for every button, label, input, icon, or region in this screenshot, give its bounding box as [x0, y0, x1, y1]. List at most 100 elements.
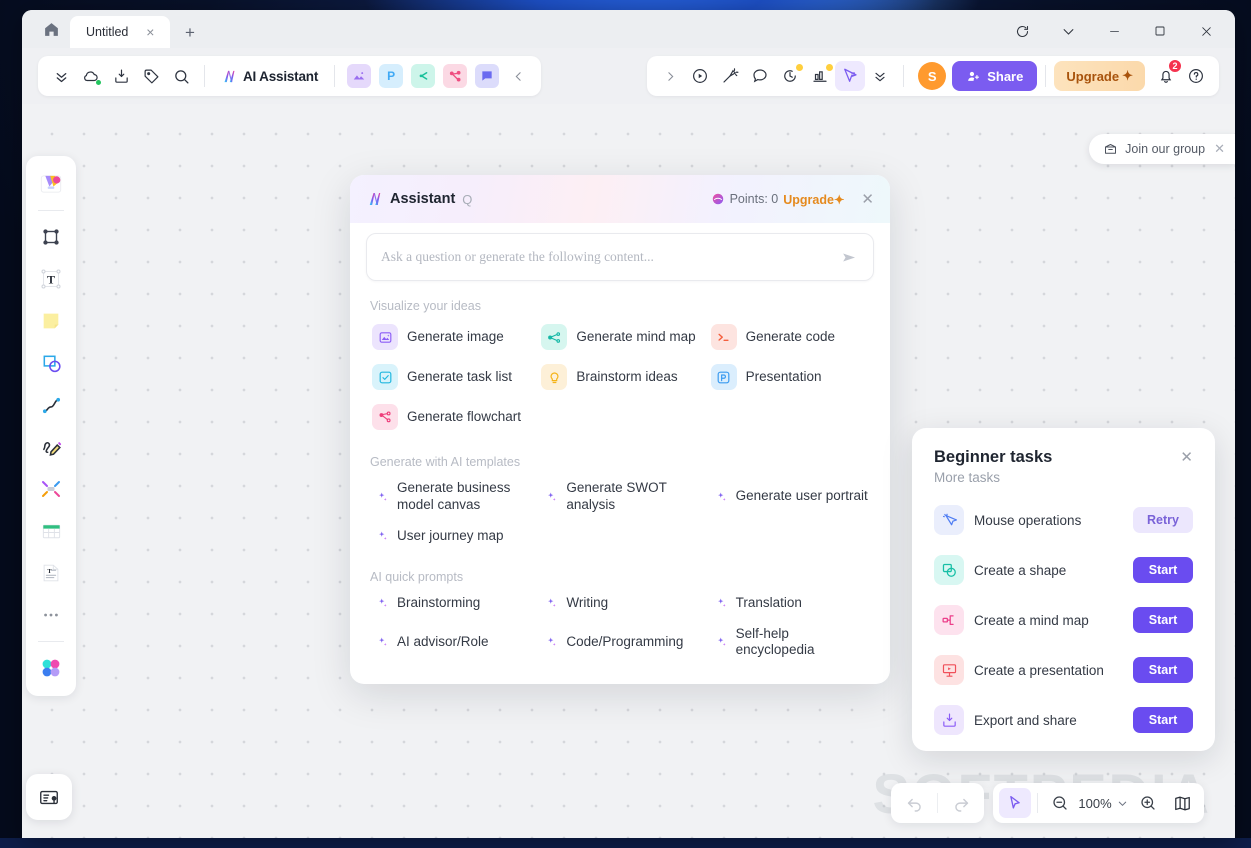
ai-logo-icon: [224, 70, 235, 82]
maximize-button[interactable]: [1137, 16, 1183, 46]
rail-item-apps[interactable]: [31, 648, 71, 688]
timer-icon[interactable]: [775, 61, 805, 91]
option-writing[interactable]: Writing: [535, 588, 704, 619]
ai-panel-body: Visualize your ideas Generate image Gene…: [350, 223, 890, 684]
new-tab-button[interactable]: +: [180, 23, 200, 43]
rail-item-relation[interactable]: [31, 469, 71, 509]
cloud-sync-icon[interactable]: [76, 61, 106, 91]
rail-item-text[interactable]: T: [31, 259, 71, 299]
tag-icon[interactable]: [136, 61, 166, 91]
refresh-icon[interactable]: [999, 16, 1045, 46]
option-generate-flowchart[interactable]: Generate flowchart: [366, 397, 535, 437]
rail-item-pen[interactable]: [31, 427, 71, 467]
task-retry-button[interactable]: Retry: [1133, 507, 1193, 533]
rail-item-more[interactable]: [31, 595, 71, 635]
image-chip[interactable]: [347, 64, 372, 88]
collapse-left-icon[interactable]: [503, 61, 533, 91]
minimize-button[interactable]: [1091, 16, 1137, 46]
collapse-right-icon[interactable]: [655, 61, 685, 91]
task-start-button[interactable]: Start: [1133, 557, 1193, 583]
search-icon[interactable]: [166, 61, 196, 91]
send-arrow-icon[interactable]: [840, 248, 859, 267]
rail-item-sticky-note[interactable]: [31, 301, 71, 341]
task-start-button[interactable]: Start: [1133, 707, 1193, 733]
rail-item-connector[interactable]: [31, 385, 71, 425]
chevron-down-icon[interactable]: [1045, 16, 1091, 46]
option-generate-task-list[interactable]: Generate task list: [366, 357, 535, 397]
chart-icon[interactable]: [805, 61, 835, 91]
beginner-task-row: Create a mind map Start: [934, 605, 1193, 635]
double-chevron-down-icon[interactable]: [46, 61, 76, 91]
cursor-tool-icon[interactable]: [999, 788, 1031, 818]
map-view-icon[interactable]: [1166, 788, 1198, 818]
ai-prompt-input[interactable]: [381, 249, 840, 265]
note-pin-icon[interactable]: [26, 774, 72, 820]
flowchart-chip[interactable]: [443, 64, 468, 88]
home-icon[interactable]: [34, 12, 68, 46]
rail-item-table[interactable]: [31, 511, 71, 551]
join-our-group-banner[interactable]: Join our group ✕: [1089, 134, 1235, 164]
more-chevron-icon[interactable]: [865, 61, 895, 91]
share-button[interactable]: Share: [952, 61, 1038, 91]
more-tasks-link[interactable]: More tasks: [934, 470, 1052, 485]
comment-chip[interactable]: [475, 64, 500, 88]
join-group-label: Join our group: [1125, 142, 1206, 156]
undo-icon[interactable]: [891, 783, 937, 823]
upgrade-button[interactable]: Upgrade ✦: [1054, 61, 1145, 91]
option-user-journey-map[interactable]: User journey map: [366, 521, 535, 552]
presentation-icon: [710, 364, 737, 390]
option-brainstorming[interactable]: Brainstorming: [366, 588, 535, 619]
task-start-button[interactable]: Start: [1133, 657, 1193, 683]
chevron-down-icon[interactable]: [1114, 788, 1130, 818]
comment-icon[interactable]: [745, 61, 775, 91]
ai-assistant-button[interactable]: AI Assistant: [213, 61, 326, 91]
rail-item-document[interactable]: T: [31, 553, 71, 593]
tab-close-icon[interactable]: ×: [140, 22, 160, 42]
option-self-help-encyclopedia[interactable]: Self-help encyclopedia: [705, 619, 874, 667]
option-brainstorm-ideas[interactable]: Brainstorm ideas: [535, 357, 704, 397]
join-group-close-icon[interactable]: ✕: [1214, 141, 1225, 157]
rail-item-templates[interactable]: [31, 164, 71, 204]
tab-title: Untitled: [86, 25, 129, 39]
option-ai-advisor-role[interactable]: AI advisor/Role: [366, 619, 535, 667]
option-generate-mind-map[interactable]: Generate mind map: [535, 317, 704, 357]
beginner-tasks-close-icon[interactable]: ✕: [1180, 448, 1193, 466]
ai-panel-close-icon[interactable]: ✕: [861, 190, 874, 208]
avatar[interactable]: S: [918, 62, 947, 90]
redo-icon[interactable]: [938, 783, 984, 823]
option-label: Generate flowchart: [407, 408, 522, 424]
option-generate-image[interactable]: Generate image: [366, 317, 535, 357]
sparkle-icon: [376, 636, 390, 648]
ai-points-label: Points: 0: [729, 192, 779, 206]
option-presentation[interactable]: Presentation: [705, 357, 874, 397]
presentation-chip[interactable]: P: [379, 64, 404, 88]
rail-divider-2: [38, 641, 64, 642]
ai-upgrade-link[interactable]: Upgrade✦: [783, 192, 844, 207]
download-icon[interactable]: [106, 61, 136, 91]
ai-input-container[interactable]: [366, 233, 874, 281]
new-badge-dot-2: [825, 63, 835, 72]
rail-item-shape[interactable]: [31, 343, 71, 383]
cursor-icon[interactable]: [835, 61, 866, 91]
zoom-out-icon[interactable]: [1044, 788, 1076, 818]
help-circle-icon[interactable]: [1181, 61, 1211, 91]
option-user-portrait[interactable]: Generate user portrait: [705, 473, 874, 521]
mindmap-chip[interactable]: [411, 64, 436, 88]
option-translation[interactable]: Translation: [705, 588, 874, 619]
option-generate-code[interactable]: Generate code: [705, 317, 874, 357]
browser-tab[interactable]: Untitled ×: [70, 16, 170, 48]
present-icon[interactable]: [685, 61, 715, 91]
option-business-model-canvas[interactable]: Generate business model canvas: [366, 473, 535, 521]
notifications-bell-icon[interactable]: 2: [1151, 59, 1182, 91]
canvas-area[interactable]: SOFTPEDIA Join our group ✕: [22, 104, 1235, 838]
mindmap-icon: [934, 605, 964, 635]
rail-item-frame[interactable]: [31, 217, 71, 257]
option-swot-analysis[interactable]: Generate SWOT analysis: [535, 473, 704, 521]
option-label: Generate image: [407, 328, 504, 344]
zoom-in-icon[interactable]: [1132, 788, 1164, 818]
clean-icon[interactable]: [715, 61, 745, 91]
close-button[interactable]: [1183, 16, 1229, 46]
zoom-level-label[interactable]: 100%: [1078, 796, 1112, 811]
option-code-programming[interactable]: Code/Programming: [535, 619, 704, 667]
task-start-button[interactable]: Start: [1133, 607, 1193, 633]
